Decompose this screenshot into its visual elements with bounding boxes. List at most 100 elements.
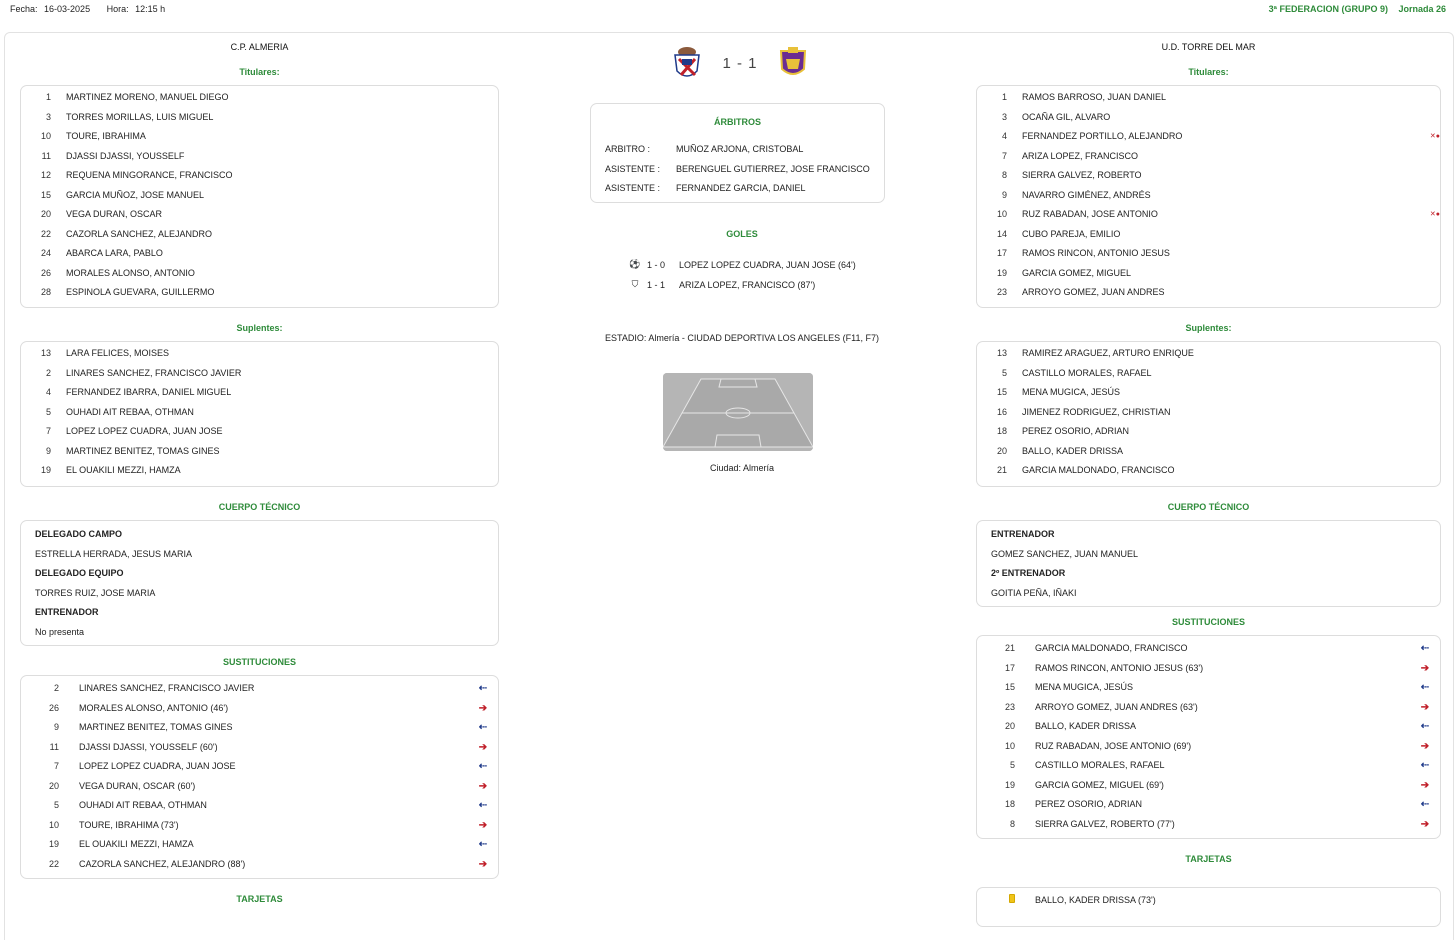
player-name[interactable]: LARA FELICES, MOISES — [66, 344, 498, 364]
player-name[interactable]: GARCIA GOMEZ, MIGUEL (69') — [1035, 776, 1410, 796]
player-row[interactable]: 3 TORRES MORILLAS, LUIS MIGUEL — [21, 108, 498, 128]
player-name[interactable]: PEREZ OSORIO, ADRIAN — [1022, 422, 1440, 442]
player-name[interactable]: DJASSI DJASSI, YOUSSELF — [66, 147, 498, 167]
player-name[interactable]: CAZORLA SANCHEZ, ALEJANDRO — [66, 225, 498, 245]
player-row[interactable]: 20 VEGA DURAN, OSCAR — [21, 205, 498, 225]
player-name[interactable]: MARTINEZ BENITEZ, TOMAS GINES — [66, 442, 498, 462]
player-name[interactable]: NAVARRO GIMÉNEZ, ANDRÉS — [1022, 186, 1440, 206]
player-name[interactable]: RAMOS BARROSO, JUAN DANIEL — [1022, 88, 1440, 108]
player-row[interactable]: 2 LINARES SANCHEZ, FRANCISCO JAVIER — [21, 364, 498, 384]
player-name[interactable]: RAMOS RINCON, ANTONIO JESUS — [1022, 244, 1440, 264]
player-row[interactable]: 5 CASTILLO MORALES, RAFAEL — [977, 364, 1440, 384]
player-row[interactable]: 13 RAMIREZ ARAGUEZ, ARTURO ENRIQUE — [977, 344, 1440, 364]
goal-scorer[interactable]: LOPEZ LOPEZ CUADRA, JUAN JOSE (64') — [679, 260, 856, 270]
substitution-row[interactable]: 15 MENA MUGICA, JESÚS ⇠ — [977, 678, 1440, 698]
substitution-row[interactable]: 2 LINARES SANCHEZ, FRANCISCO JAVIER ⇠ — [21, 679, 498, 699]
player-row[interactable]: 4 FERNANDEZ PORTILLO, ALEJANDRO ✕● — [977, 127, 1440, 147]
substitution-row[interactable]: 19 EL OUAKILI MEZZI, HAMZA ⇠ — [21, 835, 498, 855]
player-name[interactable]: RUZ RABADAN, JOSE ANTONIO — [1022, 205, 1427, 225]
player-row[interactable]: 7 ARIZA LOPEZ, FRANCISCO — [977, 147, 1440, 167]
player-name[interactable]: MORALES ALONSO, ANTONIO (46') — [79, 699, 468, 719]
player-name[interactable]: REQUENA MINGORANCE, FRANCISCO — [66, 166, 498, 186]
player-row[interactable]: 15 GARCIA MUÑOZ, JOSE MANUEL — [21, 186, 498, 206]
player-row[interactable]: 7 LOPEZ LOPEZ CUADRA, JUAN JOSE — [21, 422, 498, 442]
player-name[interactable]: CASTILLO MORALES, RAFAEL — [1035, 756, 1410, 776]
player-row[interactable]: 15 MENA MUGICA, JESÚS — [977, 383, 1440, 403]
player-name[interactable]: LOPEZ LOPEZ CUADRA, JUAN JOSE — [79, 757, 468, 777]
player-row[interactable]: 23 ARROYO GOMEZ, JUAN ANDRES — [977, 283, 1440, 303]
player-row[interactable]: 1 MARTINEZ MORENO, MANUEL DIEGO — [21, 88, 498, 108]
player-name[interactable]: LOPEZ LOPEZ CUADRA, JUAN JOSE — [66, 422, 498, 442]
player-name[interactable]: TORRES MORILLAS, LUIS MIGUEL — [66, 108, 498, 128]
substitution-row[interactable]: 22 CAZORLA SANCHEZ, ALEJANDRO (88') ➔ — [21, 855, 498, 875]
player-name[interactable]: VEGA DURAN, OSCAR (60') — [79, 777, 468, 797]
player-name[interactable]: ARROYO GOMEZ, JUAN ANDRES (63') — [1035, 698, 1410, 718]
player-name[interactable]: MENA MUGICA, JESÚS — [1035, 678, 1410, 698]
player-name[interactable]: ABARCA LARA, PABLO — [66, 244, 498, 264]
player-name[interactable]: GARCIA MALDONADO, FRANCISCO — [1022, 461, 1440, 481]
player-row[interactable]: 4 FERNANDEZ IBARRA, DANIEL MIGUEL — [21, 383, 498, 403]
player-name[interactable]: MORALES ALONSO, ANTONIO — [66, 264, 498, 284]
player-row[interactable]: 22 CAZORLA SANCHEZ, ALEJANDRO — [21, 225, 498, 245]
player-name[interactable]: GARCIA MUÑOZ, JOSE MANUEL — [66, 186, 498, 206]
player-name[interactable]: FERNANDEZ PORTILLO, ALEJANDRO — [1022, 127, 1427, 147]
player-name[interactable]: ESPINOLA GUEVARA, GUILLERMO — [66, 283, 498, 303]
player-name[interactable]: TOURE, IBRAHIMA — [66, 127, 498, 147]
player-row[interactable]: 26 MORALES ALONSO, ANTONIO — [21, 264, 498, 284]
player-name[interactable]: EL OUAKILI MEZZI, HAMZA — [66, 461, 498, 481]
player-row[interactable]: 11 DJASSI DJASSI, YOUSSELF — [21, 147, 498, 167]
staff-name[interactable]: No presenta — [35, 623, 484, 643]
referee-name[interactable]: FERNANDEZ GARCIA, DANIEL — [676, 179, 806, 199]
substitution-row[interactable]: 9 MARTINEZ BENITEZ, TOMAS GINES ⇠ — [21, 718, 498, 738]
player-name[interactable]: PEREZ OSORIO, ADRIAN — [1035, 795, 1410, 815]
player-name[interactable]: CUBO PAREJA, EMILIO — [1022, 225, 1440, 245]
player-row[interactable]: 17 RAMOS RINCON, ANTONIO JESUS — [977, 244, 1440, 264]
player-row[interactable]: 21 GARCIA MALDONADO, FRANCISCO — [977, 461, 1440, 481]
player-row[interactable]: 3 OCAÑA GIL, ALVARO — [977, 108, 1440, 128]
player-name[interactable]: CASTILLO MORALES, RAFAEL — [1022, 364, 1440, 384]
competition-name[interactable]: 3ª FEDERACION (GRUPO 9) — [1269, 4, 1388, 14]
player-name[interactable]: MARTINEZ BENITEZ, TOMAS GINES — [79, 718, 468, 738]
player-name[interactable]: TOURE, IBRAHIMA (73') — [79, 816, 468, 836]
player-name[interactable]: RUZ RABADAN, JOSE ANTONIO (69') — [1035, 737, 1410, 757]
substitution-row[interactable]: 10 RUZ RABADAN, JOSE ANTONIO (69') ➔ — [977, 737, 1440, 757]
substitution-row[interactable]: 17 RAMOS RINCON, ANTONIO JESUS (63') ➔ — [977, 659, 1440, 679]
player-name[interactable]: BALLO, KADER DRISSA (73') — [1035, 891, 1440, 911]
substitution-row[interactable]: 7 LOPEZ LOPEZ CUADRA, JUAN JOSE ⇠ — [21, 757, 498, 777]
substitution-row[interactable]: 19 GARCIA GOMEZ, MIGUEL (69') ➔ — [977, 776, 1440, 796]
player-row[interactable]: 18 PEREZ OSORIO, ADRIAN — [977, 422, 1440, 442]
player-name[interactable]: GARCIA GOMEZ, MIGUEL — [1022, 264, 1440, 284]
player-name[interactable]: VEGA DURAN, OSCAR — [66, 205, 498, 225]
player-name[interactable]: JIMENEZ RODRIGUEZ, CHRISTIAN — [1022, 403, 1440, 423]
player-name[interactable]: OCAÑA GIL, ALVARO — [1022, 108, 1440, 128]
player-name[interactable]: LINARES SANCHEZ, FRANCISCO JAVIER — [79, 679, 468, 699]
goal-scorer[interactable]: ARIZA LOPEZ, FRANCISCO (87') — [679, 280, 815, 290]
player-row[interactable]: 24 ABARCA LARA, PABLO — [21, 244, 498, 264]
player-name[interactable]: OUHADI AIT REBAA, OTHMAN — [66, 403, 498, 423]
substitution-row[interactable]: 8 SIERRA GALVEZ, ROBERTO (77') ➔ — [977, 815, 1440, 835]
player-name[interactable]: CAZORLA SANCHEZ, ALEJANDRO (88') — [79, 855, 468, 875]
referee-name[interactable]: MUÑOZ ARJONA, CRISTOBAL — [676, 140, 803, 160]
player-row[interactable]: 16 JIMENEZ RODRIGUEZ, CHRISTIAN — [977, 403, 1440, 423]
player-name[interactable]: RAMIREZ ARAGUEZ, ARTURO ENRIQUE — [1022, 344, 1440, 364]
substitution-row[interactable]: 18 PEREZ OSORIO, ADRIAN ⇠ — [977, 795, 1440, 815]
substitution-row[interactable]: 21 GARCIA MALDONADO, FRANCISCO ⇠ — [977, 639, 1440, 659]
home-team-name[interactable]: C.P. ALMERIA — [20, 40, 499, 54]
player-name[interactable]: LINARES SANCHEZ, FRANCISCO JAVIER — [66, 364, 498, 384]
player-name[interactable]: OUHADI AIT REBAA, OTHMAN — [79, 796, 468, 816]
player-row[interactable]: 9 MARTINEZ BENITEZ, TOMAS GINES — [21, 442, 498, 462]
player-row[interactable]: 20 BALLO, KADER DRISSA — [977, 442, 1440, 462]
stadium-image[interactable] — [663, 373, 813, 451]
substitution-row[interactable]: 23 ARROYO GOMEZ, JUAN ANDRES (63') ➔ — [977, 698, 1440, 718]
player-name[interactable]: DJASSI DJASSI, YOUSSELF (60') — [79, 738, 468, 758]
player-name[interactable]: MENA MUGICA, JESÚS — [1022, 383, 1440, 403]
player-row[interactable]: 9 NAVARRO GIMÉNEZ, ANDRÉS — [977, 186, 1440, 206]
player-name[interactable]: BALLO, KADER DRISSA — [1035, 717, 1410, 737]
player-row[interactable]: 5 OUHADI AIT REBAA, OTHMAN — [21, 403, 498, 423]
player-name[interactable]: ARROYO GOMEZ, JUAN ANDRES — [1022, 283, 1440, 303]
player-row[interactable]: 1 RAMOS BARROSO, JUAN DANIEL — [977, 88, 1440, 108]
substitution-row[interactable]: 5 CASTILLO MORALES, RAFAEL ⇠ — [977, 756, 1440, 776]
substitution-row[interactable]: 11 DJASSI DJASSI, YOUSSELF (60') ➔ — [21, 738, 498, 758]
player-row[interactable]: 19 EL OUAKILI MEZZI, HAMZA — [21, 461, 498, 481]
player-name[interactable]: SIERRA GALVEZ, ROBERTO (77') — [1035, 815, 1410, 835]
